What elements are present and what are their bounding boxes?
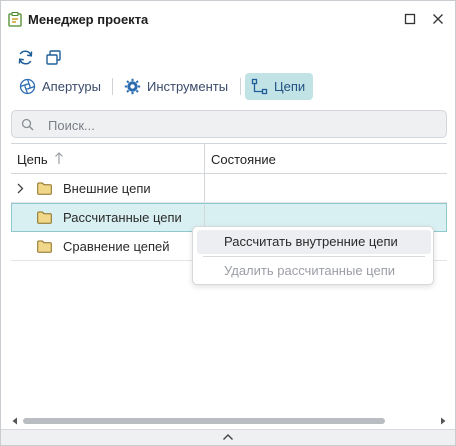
aperture-icon xyxy=(19,78,36,95)
tab-divider xyxy=(240,78,241,95)
sort-ascending-icon[interactable] xyxy=(54,151,64,165)
project-icon xyxy=(8,12,22,27)
column-header-net[interactable]: Цепь xyxy=(17,152,48,167)
copy-icon xyxy=(45,49,61,65)
refresh-button[interactable] xyxy=(16,48,34,66)
row-label: Рассчитанные цепи xyxy=(63,210,182,225)
tab-tools-label: Инструменты xyxy=(147,79,229,94)
nets-icon xyxy=(251,78,268,95)
column-header-state[interactable]: Состояние xyxy=(211,152,276,167)
scroll-right-icon[interactable] xyxy=(439,417,447,425)
gear-icon xyxy=(124,78,141,95)
table-row[interactable]: Внешние цепи xyxy=(11,174,447,203)
copy-button[interactable] xyxy=(44,48,62,66)
close-button[interactable] xyxy=(430,11,446,27)
scrollbar-thumb[interactable] xyxy=(23,418,385,424)
maximize-button[interactable] xyxy=(402,11,418,27)
scroll-left-icon[interactable] xyxy=(11,417,19,425)
window-title: Менеджер проекта xyxy=(28,12,149,27)
context-menu: Рассчитать внутренние цепи Удалить рассч… xyxy=(192,226,434,285)
tab-apertures-label: Апертуры xyxy=(42,79,101,94)
menu-item-delete-calculated-nets: Удалить рассчитанные цепи xyxy=(224,263,396,278)
folder-icon xyxy=(37,211,52,224)
tab-apertures[interactable]: Апертуры xyxy=(13,73,109,100)
folder-icon xyxy=(37,182,52,195)
tab-nets[interactable]: Цепи xyxy=(245,73,313,100)
column-divider[interactable] xyxy=(204,144,205,174)
title-bar[interactable]: Менеджер проекта xyxy=(1,1,455,37)
chevron-right-icon[interactable] xyxy=(16,183,24,194)
project-manager-window: Менеджер проекта Апертуры Инструменты Це… xyxy=(0,0,456,446)
close-icon xyxy=(433,14,443,24)
chevron-up-icon[interactable] xyxy=(222,432,234,442)
menu-item-calculate-internal-nets[interactable]: Рассчитать внутренние цепи xyxy=(197,230,431,254)
search-field[interactable]: Поиск... xyxy=(11,110,447,138)
menu-separator xyxy=(203,256,425,257)
search-placeholder: Поиск... xyxy=(48,118,95,133)
folder-icon xyxy=(37,240,52,253)
tab-nets-label: Цепи xyxy=(274,79,306,94)
cell-divider xyxy=(204,174,205,202)
horizontal-scrollbar[interactable] xyxy=(11,415,447,427)
search-icon xyxy=(21,118,34,131)
refresh-icon xyxy=(18,49,32,65)
row-label: Внешние цепи xyxy=(63,181,151,196)
tab-tools[interactable]: Инструменты xyxy=(118,73,236,100)
scrollbar-track[interactable] xyxy=(23,418,435,424)
tab-divider xyxy=(112,78,113,95)
bottom-panel-bar xyxy=(1,429,455,445)
maximize-icon xyxy=(404,13,416,25)
row-label: Сравнение цепей xyxy=(63,239,170,254)
table-header: Цепь Состояние xyxy=(11,143,447,174)
